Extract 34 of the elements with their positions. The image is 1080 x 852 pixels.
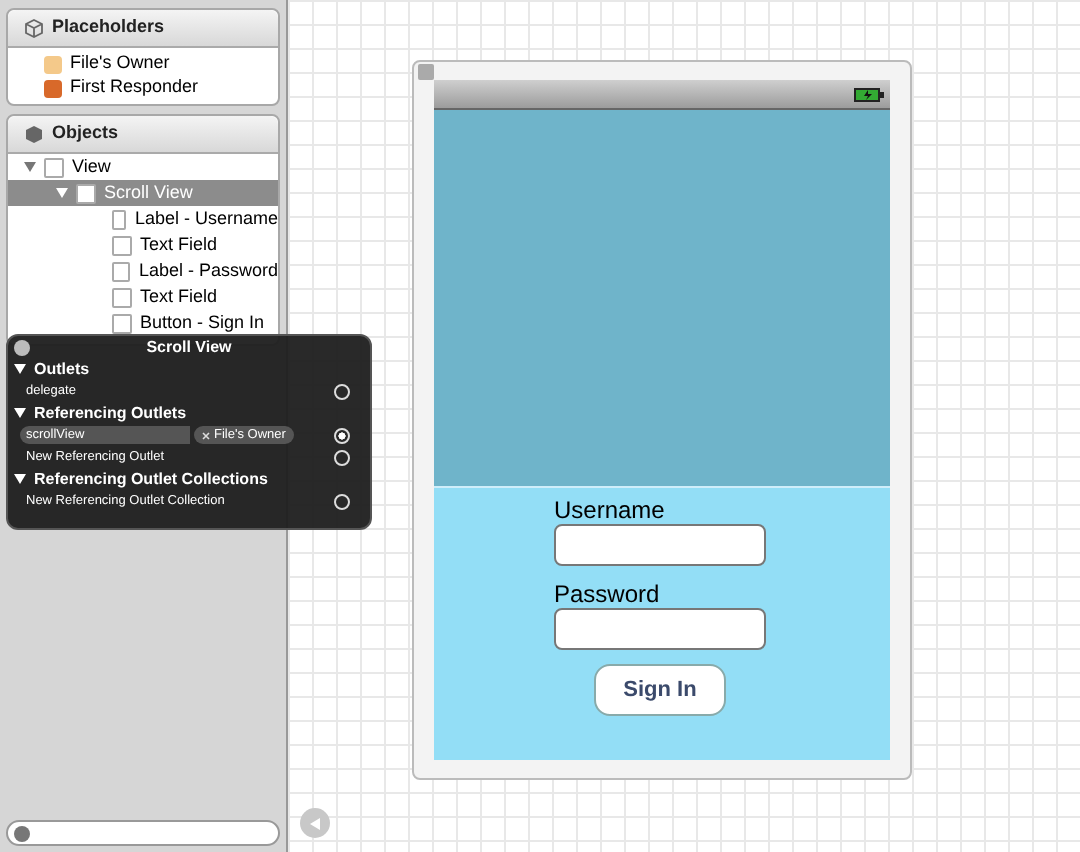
placeholder-label[interactable]: File's Owner bbox=[70, 50, 170, 78]
section-title: Outlets bbox=[34, 357, 90, 381]
tree-row[interactable]: Label - Username bbox=[8, 206, 278, 232]
tree-label: Label - Username bbox=[134, 205, 278, 232]
section-title: Objects bbox=[52, 120, 119, 147]
tree-row[interactable]: Label - Password bbox=[8, 258, 278, 284]
section-title: Placeholders bbox=[52, 14, 165, 41]
tree-row[interactable]: Text Field bbox=[8, 284, 278, 310]
cube-icon bbox=[24, 18, 44, 38]
owner-cube-icon bbox=[44, 55, 62, 73]
tree-label: Text Field bbox=[140, 283, 218, 310]
tree-row[interactable]: Button - Sign In bbox=[8, 310, 278, 336]
password-field[interactable] bbox=[554, 608, 766, 650]
tree-label: View bbox=[72, 153, 111, 180]
tree-row[interactable]: Text Field bbox=[8, 232, 278, 258]
filter-icon bbox=[14, 825, 30, 841]
password-label: Password bbox=[554, 582, 662, 608]
remove-icon[interactable] bbox=[202, 431, 210, 439]
filter-field[interactable] bbox=[6, 820, 280, 846]
username-field[interactable] bbox=[554, 524, 766, 566]
battery-icon bbox=[854, 87, 884, 101]
section-title: Referencing Outlet Collections bbox=[34, 467, 268, 491]
tree-label: Text Field bbox=[140, 231, 218, 258]
sign-in-button[interactable]: Sign In bbox=[594, 664, 726, 716]
cube-icon bbox=[24, 124, 44, 144]
section-title: Referencing Outlets bbox=[34, 401, 187, 425]
responder-cube-icon bbox=[44, 79, 62, 97]
tree-label: Label - Password bbox=[138, 257, 278, 284]
placeholder-label[interactable]: First Responder bbox=[70, 74, 199, 102]
tree-label: Scroll View bbox=[104, 179, 193, 206]
username-label: Username bbox=[554, 498, 667, 524]
tree-label: Button - Sign In bbox=[140, 309, 265, 336]
inspector-title: Scroll View bbox=[144, 335, 234, 359]
close-icon[interactable] bbox=[14, 339, 30, 355]
